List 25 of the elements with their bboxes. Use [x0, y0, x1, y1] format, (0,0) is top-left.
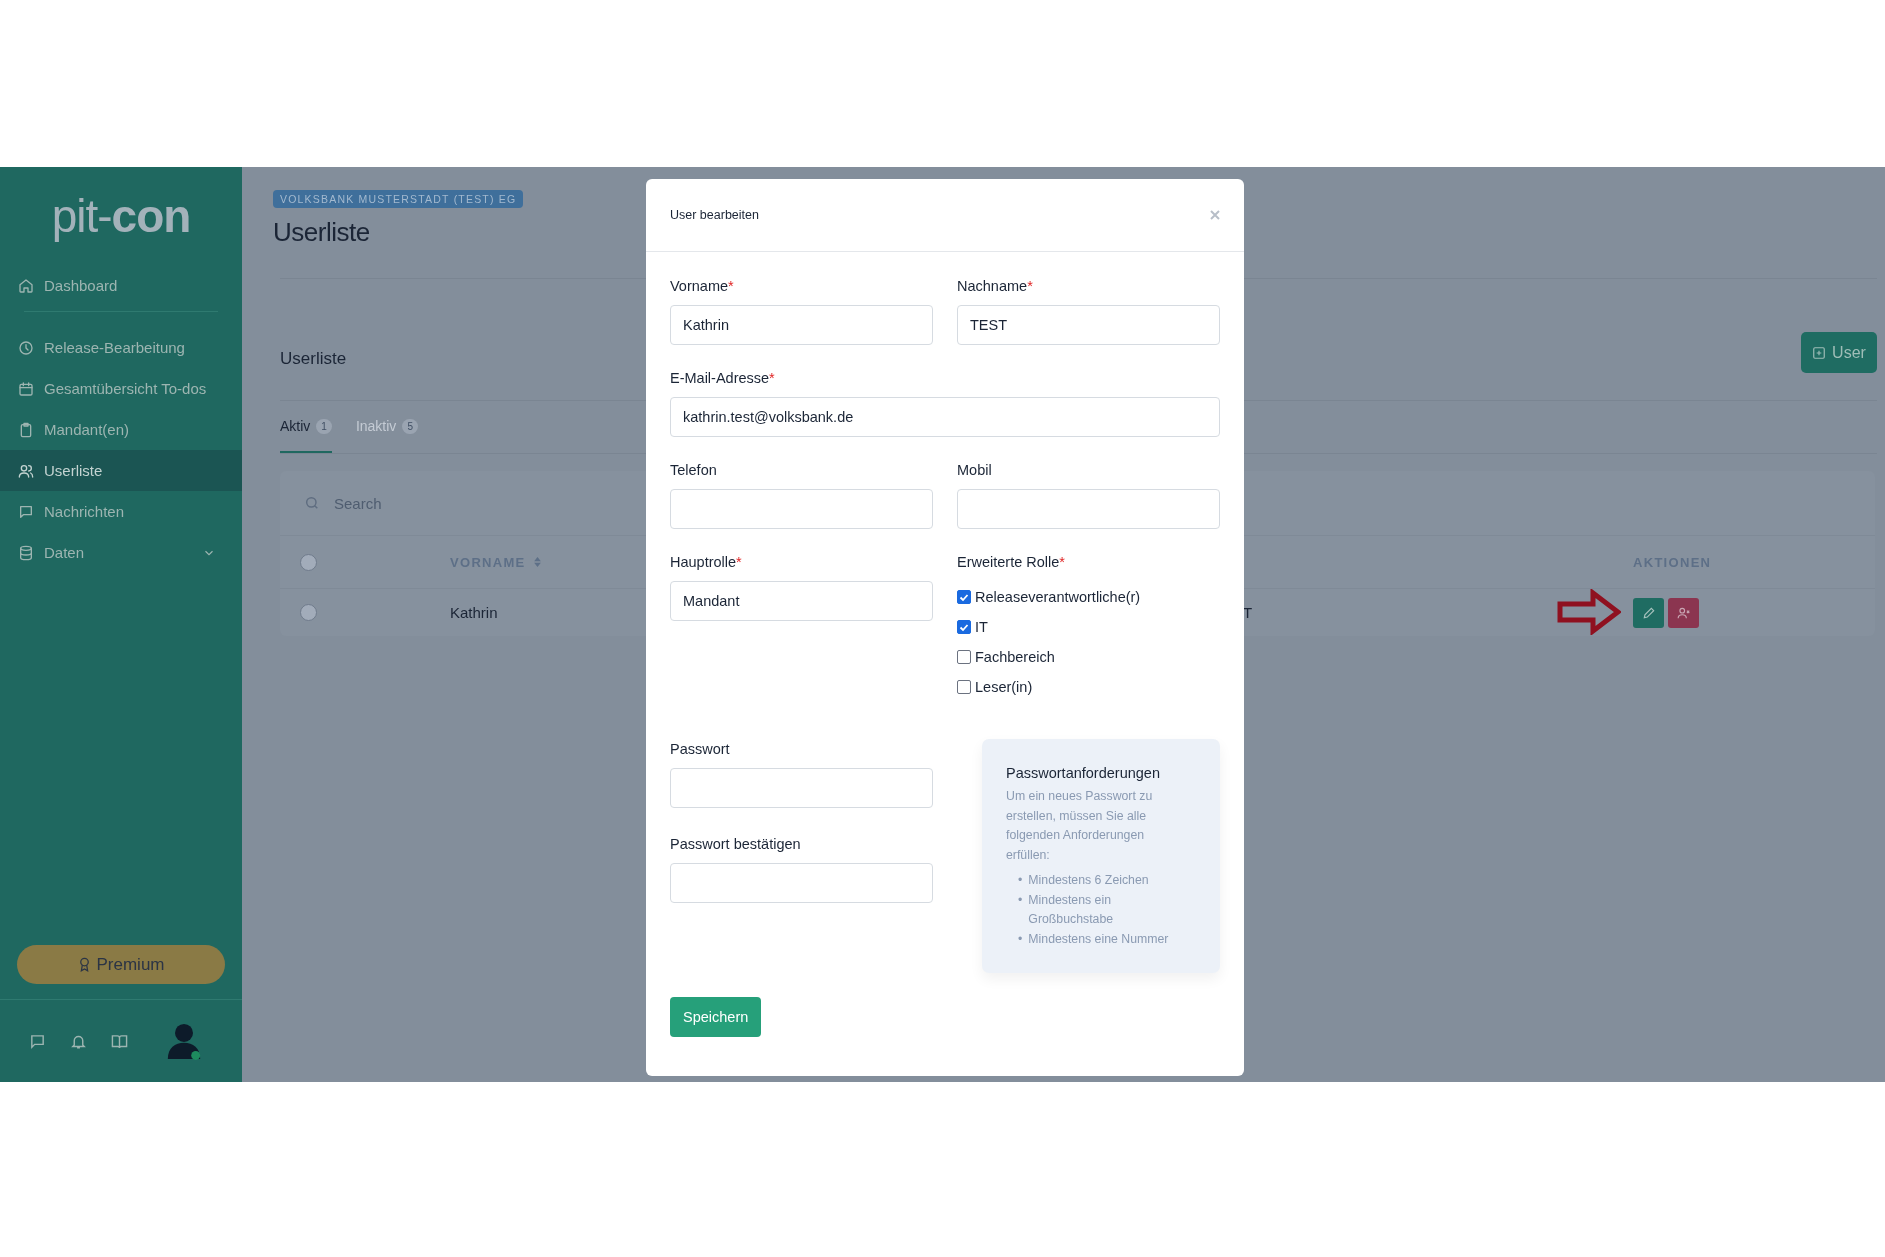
logo: pit-con	[50, 189, 192, 244]
count-badge: 5	[402, 418, 418, 434]
card-title: Userliste	[280, 348, 347, 369]
field-label: Erweiterte Rolle*	[957, 554, 1066, 570]
requirement-item: Mindestens 6 Zeichen	[1028, 872, 1149, 889]
field-label: Passwort	[670, 741, 731, 757]
requirement-item: Mindestens ein Großbuchstabe	[1028, 891, 1115, 928]
bullet: •	[1018, 930, 1023, 948]
field-label: Telefon	[670, 462, 718, 478]
requirements-title: Passwortanforderungen	[1006, 765, 1161, 781]
requirement-item: Mindestens eine Nummer	[1028, 930, 1169, 948]
table-cell-text: Kathrin	[450, 604, 499, 621]
bullet: •	[1018, 872, 1023, 889]
count-badge: 1	[316, 418, 332, 434]
field-label: Vorname*	[670, 278, 735, 294]
field-label: Nachname*	[957, 278, 1034, 294]
page-title: Userliste	[273, 217, 370, 248]
field-label: Mobil	[957, 462, 993, 478]
bullet: •	[1018, 891, 1023, 909]
field-label: Passwort bestätigen	[670, 836, 802, 852]
field-label: E-Mail-Adresse*	[670, 370, 776, 386]
modal-title: User bearbeiten	[670, 208, 759, 222]
breadcrumb-badge: VOLKSBANK MUSTERSTADT (TEST) EG	[273, 190, 524, 208]
field-label: Hauptrolle*	[670, 554, 743, 570]
requirements-text: Um ein neues Passwort zu erstellen, müssen Sie alle folgenden Anforderungen erfüllen:	[1006, 788, 1154, 864]
